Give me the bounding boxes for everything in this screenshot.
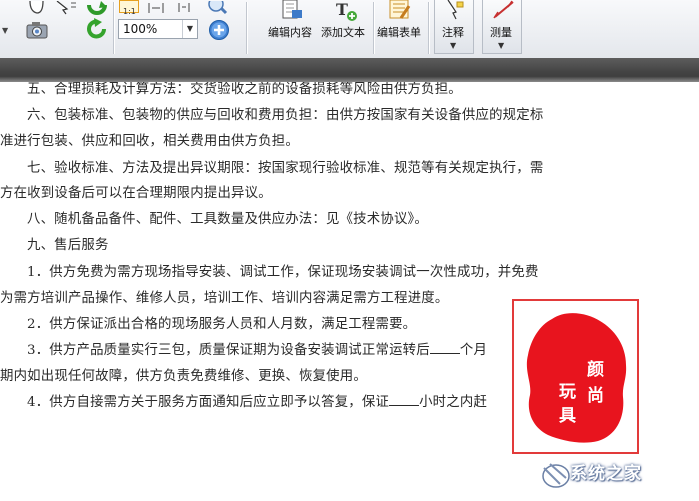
chevron-down-icon: ▼ — [450, 41, 457, 50]
seal-char: 玩 — [559, 382, 576, 402]
doc-line-item-1-cont: 为需方培训产品操作、维修人员，培训工作、培训内容满足需方工程进度。 — [0, 291, 449, 306]
doc-line-clause-8: 八、随机备品备件、配件、工具数量及供应办法：见《技术协议》。 — [27, 212, 429, 227]
zoom-value: 100% — [123, 22, 158, 36]
doc-text: 4．供方自接需方关于服务方面通知后应立即予以答复，保证 — [27, 395, 390, 410]
fill-blank — [429, 342, 460, 354]
edit-form-icon[interactable] — [387, 0, 413, 22]
edit-form-button[interactable]: 编辑表单 — [377, 24, 421, 40]
doc-line-clause-7: 七、验收标准、方法及提出异议期限：按国家现行验收标准、规范等有关规定执行，需 — [27, 161, 544, 176]
doc-line-clause-6: 六、包装标准、包装物的供应与回收和费用负担：由供方按国家有关设备供应的规定标 — [27, 108, 544, 123]
measure-ruler-icon — [493, 0, 515, 20]
select-arrow-icon[interactable] — [55, 0, 77, 15]
snapshot-icon[interactable] — [26, 21, 48, 39]
annotate-label: 注释 — [442, 26, 464, 39]
zoom-select[interactable]: 100% ▼ — [118, 19, 198, 39]
actual-size-icon[interactable]: 1:1 — [119, 0, 139, 16]
chevron-down-icon: ▼ — [498, 41, 505, 50]
watermark-text: 系统之家 — [570, 464, 642, 484]
doc-text: 3．供方产品质量实行三包，质量保证期为设备安装调试正常运转后 — [27, 343, 430, 358]
doc-line-item-2: 2．供方保证派出合格的现场服务人员和人月数，满足工程需要。 — [27, 317, 417, 332]
svg-text:T: T — [336, 0, 348, 19]
annotate-button[interactable]: 注释 ▼ — [434, 0, 474, 54]
edit-content-icon[interactable] — [279, 0, 305, 22]
add-text-button[interactable]: 添加文本 — [321, 24, 365, 40]
doc-line-item-4: 4．供方自接需方关于服务方面通知后应立即予以答复，保证 小时之内赶 — [27, 390, 487, 410]
doc-text: 小时之内赶 — [419, 395, 488, 410]
rotate-clockwise-icon[interactable] — [86, 0, 108, 15]
doc-line-clause-6-cont: 准进行包装、供应和回收，相关费用由供方负担。 — [0, 134, 299, 149]
zoom-tool-icon[interactable] — [207, 0, 231, 15]
edit-content-button[interactable]: 编辑内容 — [268, 24, 312, 40]
fill-blank — [389, 394, 420, 406]
hand-tool-icon[interactable] — [26, 0, 46, 14]
measure-label: 测量 — [490, 26, 512, 39]
seal-char: 具 — [559, 406, 576, 426]
seal-char: 颜 — [587, 360, 604, 380]
rotate-counterclockwise-icon[interactable] — [86, 18, 108, 40]
seal-stamp — [526, 313, 627, 443]
doc-line-clause-7-cont: 方在收到设备后可以在合理期限内提出异议。 — [0, 186, 272, 201]
fit-page-icon[interactable] — [148, 0, 164, 13]
zoom-in-icon[interactable] — [208, 19, 230, 41]
add-text-icon[interactable]: T — [333, 0, 359, 22]
doc-text: 个月 — [459, 343, 488, 358]
doc-line-clause-5: 五、合理损耗及计算方法：交货验收之前的设备损耗等风险由供方负担。 — [27, 82, 462, 97]
doc-line-item-3: 3．供方产品质量实行三包，质量保证期为设备安装调试正常运转后 个月 — [27, 338, 487, 358]
fit-width-icon[interactable] — [176, 0, 192, 12]
annotate-icon — [445, 0, 465, 20]
doc-line-clause-9: 九、售后服务 — [27, 238, 109, 253]
doc-line-item-3-cont: 期内如出现任何故障，供方负责免费维修、更换、恢复使用。 — [0, 369, 367, 384]
seal-char: 尚 — [587, 386, 604, 406]
measure-button[interactable]: 测量 ▼ — [482, 0, 522, 54]
seal-highlight-box: 玩 具 颜 尚 — [512, 299, 639, 454]
svg-text:1:1: 1:1 — [123, 7, 136, 16]
doc-line-item-1: 1．供方免费为需方现场指导安装、调试工作，保证现场安装调试一次性成功，并免费 — [27, 265, 539, 280]
chevron-down-icon[interactable]: ▼ — [182, 20, 197, 38]
toolbar: ▼ 1:1 100% ▼ 编辑内容 T 添加文本 编辑表单 注释 ▼ 测量 ▼ — [0, 0, 699, 59]
chevron-down-icon[interactable]: ▼ — [2, 26, 8, 35]
